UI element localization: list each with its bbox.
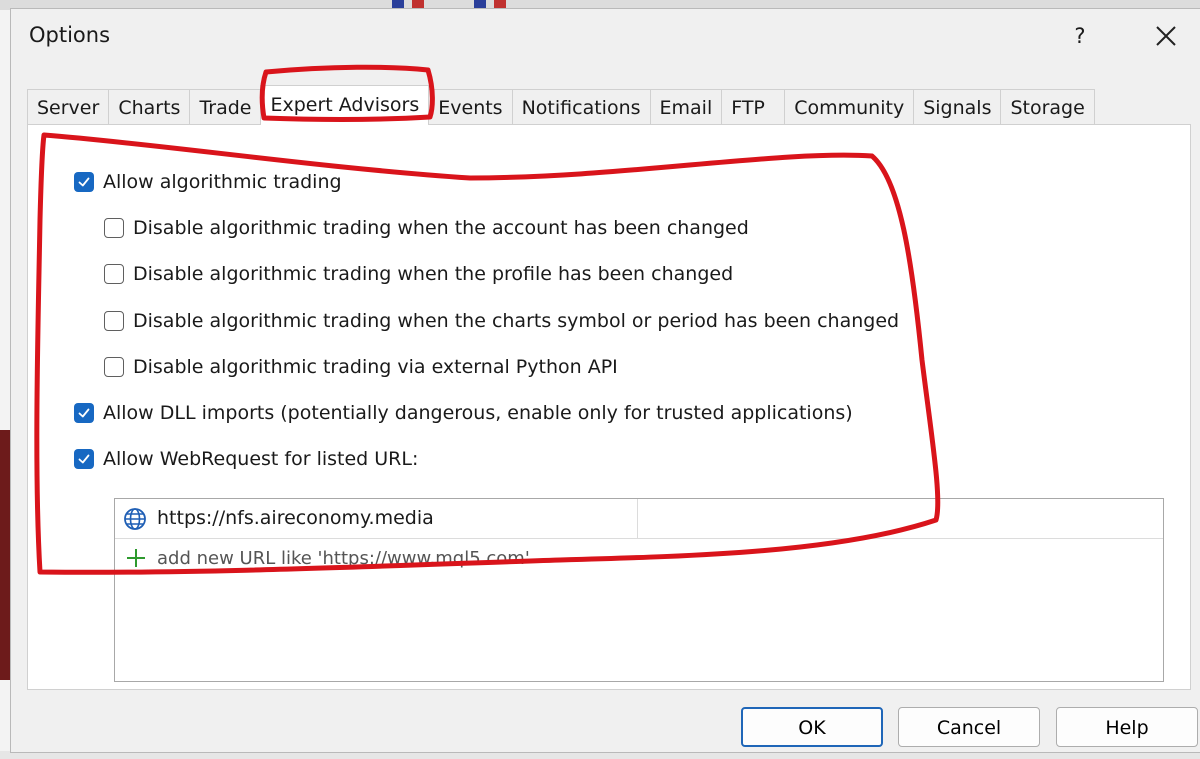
globe-icon (123, 507, 147, 535)
disable-python-api-option[interactable]: Disable algorithmic trading via external… (104, 356, 618, 378)
plus-icon (125, 547, 147, 573)
disable-on-profile-change-label: Disable algorithmic trading when the pro… (133, 263, 734, 285)
disable-on-account-change-option[interactable]: Disable algorithmic trading when the acc… (104, 217, 749, 239)
help-question-button[interactable]: ? (1065, 21, 1095, 51)
cancel-button[interactable]: Cancel (898, 707, 1040, 747)
tab-trade[interactable]: Trade (189, 89, 262, 125)
disable-on-profile-change-option[interactable]: Disable algorithmic trading when the pro… (104, 263, 733, 285)
allow-algo-trading-checkbox[interactable] (74, 172, 94, 192)
disable-on-symbol-change-checkbox[interactable] (104, 311, 124, 331)
help-button[interactable]: Help (1056, 707, 1198, 747)
tab-notifications[interactable]: Notifications (511, 89, 651, 125)
allow-algo-trading-option[interactable]: Allow algorithmic trading (74, 171, 342, 193)
ok-button[interactable]: OK (741, 707, 883, 747)
column-separator (637, 499, 638, 539)
background-marker (494, 0, 506, 8)
tab-expert-advisors[interactable]: Expert Advisors (260, 85, 430, 125)
allow-webrequest-option[interactable]: Allow WebRequest for listed URL: (74, 448, 418, 470)
disable-on-account-change-label: Disable algorithmic trading when the acc… (133, 217, 749, 239)
expert-advisors-panel: Allow algorithmic trading Disable algori… (27, 124, 1191, 690)
tab-storage[interactable]: Storage (1000, 89, 1095, 125)
background-marker (412, 0, 424, 8)
disable-python-api-label: Disable algorithmic trading via external… (133, 356, 618, 378)
tab-email[interactable]: Email (649, 89, 723, 125)
tab-server[interactable]: Server (27, 89, 110, 125)
checkmark-icon (78, 177, 90, 187)
tab-community[interactable]: Community (784, 89, 915, 125)
allow-dll-imports-label: Allow DLL imports (potentially dangerous… (103, 402, 853, 424)
tab-charts[interactable]: Charts (108, 89, 191, 125)
allow-webrequest-label: Allow WebRequest for listed URL: (103, 448, 419, 470)
add-url-row[interactable]: add new URL like 'https://www.mql5.com' (115, 539, 1163, 579)
disable-on-symbol-change-label: Disable algorithmic trading when the cha… (133, 310, 900, 332)
add-url-placeholder: add new URL like 'https://www.mql5.com' (157, 548, 530, 569)
allow-dll-imports-option[interactable]: Allow DLL imports (potentially dangerous… (74, 402, 853, 424)
disable-on-profile-change-checkbox[interactable] (104, 264, 124, 284)
title-bar: Options ? (11, 9, 1200, 67)
webrequest-url-list[interactable]: https://nfs.aireconomy.media add new URL… (114, 498, 1164, 682)
disable-on-symbol-change-option[interactable]: Disable algorithmic trading when the cha… (104, 310, 899, 332)
checkmark-icon (78, 454, 90, 464)
checkmark-icon (78, 408, 90, 418)
allow-webrequest-checkbox[interactable] (74, 449, 94, 469)
close-icon (1156, 26, 1176, 46)
tab-events[interactable]: Events (428, 89, 513, 125)
url-text: https://nfs.aireconomy.media (157, 507, 434, 529)
allow-dll-imports-checkbox[interactable] (74, 403, 94, 423)
tab-ftp[interactable]: FTP (721, 89, 786, 125)
background-marker (474, 0, 486, 8)
close-button[interactable] (1149, 19, 1183, 53)
disable-python-api-checkbox[interactable] (104, 357, 124, 377)
allow-algo-trading-label: Allow algorithmic trading (103, 171, 342, 193)
dialog-title: Options (29, 23, 111, 47)
tab-signals[interactable]: Signals (913, 89, 1002, 125)
tab-bar: Server Charts Trade Expert Advisors Even… (27, 85, 1095, 125)
url-list-item[interactable]: https://nfs.aireconomy.media (115, 499, 1163, 539)
background-window-edge (0, 430, 10, 680)
options-dialog: Options ? Server Charts Trade Expert Adv… (10, 8, 1200, 753)
disable-on-account-change-checkbox[interactable] (104, 218, 124, 238)
background-marker (392, 0, 404, 8)
